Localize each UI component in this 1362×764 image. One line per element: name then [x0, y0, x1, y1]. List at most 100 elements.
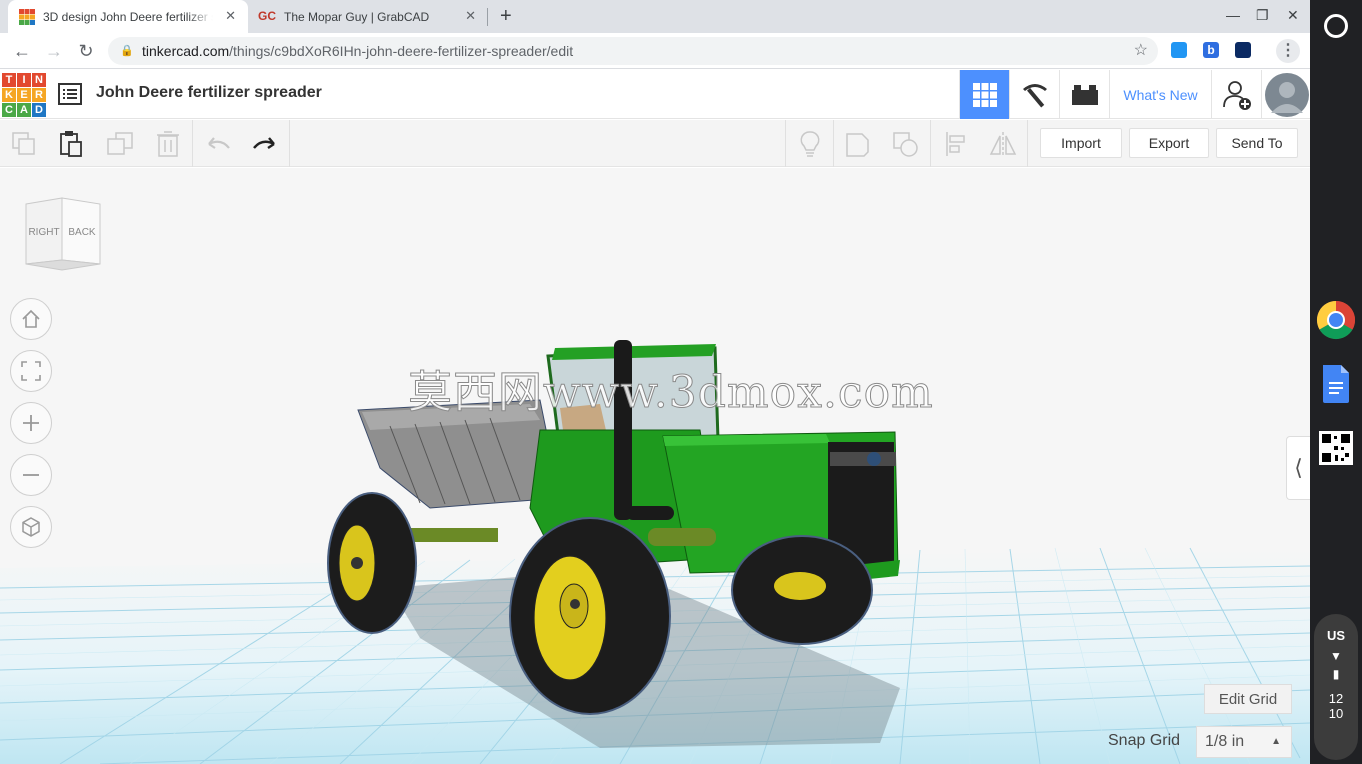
workplane-canvas[interactable]: RIGHT BACK 莫西网www.3dmox.com ⟨ Edit Grid …	[0, 168, 1310, 764]
notes-button[interactable]	[786, 120, 833, 167]
minus-icon	[23, 474, 39, 476]
url-host: tinkercad.com	[142, 43, 230, 59]
add-user-button[interactable]	[1211, 70, 1261, 119]
trash-icon	[156, 130, 179, 157]
tab-title: The Mopar Guy | GrabCAD	[284, 9, 430, 24]
reload-icon[interactable]: ↻	[74, 39, 98, 63]
caret-up-icon: ▲	[1271, 736, 1281, 747]
3d-viewport[interactable]	[0, 168, 1310, 764]
delete-button[interactable]	[144, 120, 191, 167]
lightbulb-icon	[800, 130, 819, 157]
chrome-app-icon[interactable]	[1316, 300, 1356, 340]
home-view-button[interactable]	[10, 298, 52, 340]
qr-code-icon	[1319, 431, 1353, 465]
paste-button[interactable]	[47, 120, 94, 167]
snap-grid-label: Snap Grid	[1108, 732, 1181, 749]
zoom-out-button[interactable]	[10, 454, 52, 496]
export-button[interactable]: Export	[1129, 128, 1209, 158]
fit-icon	[21, 361, 41, 381]
tinkercad-logo[interactable]: T I N K E R C A D	[2, 73, 46, 117]
chrome-menu-icon[interactable]: ⋮	[1276, 39, 1300, 63]
tinkercad-header: T I N K E R C A D John Deere fertilizer …	[0, 70, 1310, 119]
qr-app-icon[interactable]	[1316, 428, 1356, 468]
3d-design-button[interactable]	[959, 70, 1009, 119]
bookmark-star-icon[interactable]: ☆	[1134, 37, 1148, 65]
new-tab-icon[interactable]: +	[500, 5, 512, 28]
grid-icon	[972, 82, 997, 107]
minecraft-view-button[interactable]	[1009, 70, 1059, 119]
docs-app-icon[interactable]	[1316, 364, 1356, 404]
undo-button[interactable]	[194, 120, 241, 167]
back-icon[interactable]: ←	[10, 39, 34, 63]
forward-icon[interactable]: →	[42, 39, 66, 63]
tab-grabcad[interactable]: GC The Mopar Guy | GrabCAD ✕	[250, 0, 488, 33]
close-window-icon[interactable]: ✕	[1287, 7, 1299, 24]
view-cube[interactable]: RIGHT BACK	[24, 196, 104, 271]
mirror-button[interactable]	[979, 120, 1026, 167]
chrome-icon	[1316, 300, 1356, 340]
tab-separator	[487, 8, 488, 26]
undo-icon	[207, 136, 230, 149]
redo-icon	[252, 136, 275, 149]
status-tray[interactable]: US ▼ ▮ 12 10	[1314, 614, 1358, 760]
grabcad-favicon-icon: GC	[258, 8, 276, 23]
lock-icon: 🔒	[120, 45, 134, 57]
import-button[interactable]: Import	[1040, 128, 1122, 158]
cloud-extension-icon[interactable]	[1171, 42, 1187, 58]
chromeos-shelf: US ▼ ▮ 12 10	[1310, 0, 1362, 764]
ime-indicator: US	[1326, 628, 1346, 643]
perspective-button[interactable]	[10, 506, 52, 548]
align-icon	[945, 131, 965, 156]
copy-icon	[11, 131, 35, 155]
watermark-text: 莫西网www.3dmox.com	[408, 367, 934, 419]
battery-icon: ▮	[1332, 667, 1340, 681]
url-path: /things/c9bdXoR6IHn-john-deere-fertilize…	[229, 43, 574, 59]
b-extension-icon[interactable]: b	[1203, 42, 1219, 58]
docs-icon	[1323, 365, 1349, 403]
user-avatar-icon	[1264, 72, 1309, 117]
align-button[interactable]	[932, 120, 979, 167]
launcher-icon[interactable]	[1324, 14, 1348, 38]
group-icon	[845, 132, 869, 157]
clock-minute: 10	[1328, 706, 1344, 721]
fit-view-button[interactable]	[10, 350, 52, 392]
design-list-icon[interactable]	[58, 82, 82, 106]
ungroup-button[interactable]	[882, 120, 929, 167]
collapse-panel-button[interactable]: ⟨	[1286, 436, 1310, 500]
chevron-left-icon: ⟨	[1294, 455, 1303, 480]
shield-extension-icon[interactable]	[1235, 42, 1251, 58]
zoom-in-button[interactable]	[10, 402, 52, 444]
lego-view-button[interactable]	[1059, 70, 1109, 119]
copy-button[interactable]	[0, 120, 47, 167]
plus-icon	[23, 415, 39, 431]
redo-button[interactable]	[241, 120, 288, 167]
close-tab-icon[interactable]: ✕	[225, 8, 236, 24]
logo-letter: A	[17, 103, 31, 117]
restore-icon[interactable]: ❐	[1256, 7, 1269, 24]
home-icon	[22, 309, 40, 328]
ungroup-icon	[892, 131, 918, 157]
snap-grid-select[interactable]: 1/8 in ▲	[1196, 726, 1292, 758]
logo-letter: C	[2, 103, 16, 117]
design-title[interactable]: John Deere fertilizer spreader	[96, 84, 322, 102]
address-bar[interactable]: 🔒 tinkercad.com/things/c9bdXoR6IHn-john-…	[108, 37, 1158, 65]
logo-letter: T	[2, 73, 16, 87]
view-cube-back-label: BACK	[68, 227, 96, 238]
avatar[interactable]	[1261, 70, 1311, 119]
logo-letter: R	[32, 88, 46, 102]
tinkercad-favicon-icon	[19, 8, 35, 25]
view-cube-right-label: RIGHT	[28, 227, 59, 238]
edit-grid-button[interactable]: Edit Grid	[1204, 684, 1292, 714]
tab-title: 3D design John Deere fertilizer s	[43, 9, 213, 24]
send-to-button[interactable]: Send To	[1216, 128, 1298, 158]
wifi-icon: ▼	[1330, 649, 1342, 663]
whats-new-button[interactable]: What's New	[1109, 70, 1211, 119]
close-tab-icon[interactable]: ✕	[465, 8, 476, 24]
minimize-icon[interactable]: —	[1226, 7, 1240, 23]
duplicate-button[interactable]	[96, 120, 143, 167]
tab-tinkercad[interactable]: 3D design John Deere fertilizer s ✕	[8, 0, 248, 33]
edit-toolbar: Import Export Send To	[0, 120, 1310, 167]
group-button[interactable]	[834, 120, 881, 167]
paste-icon	[59, 130, 82, 157]
browser-toolbar: ← → ↻ 🔒 tinkercad.com/things/c9bdXoR6IHn…	[0, 33, 1310, 69]
